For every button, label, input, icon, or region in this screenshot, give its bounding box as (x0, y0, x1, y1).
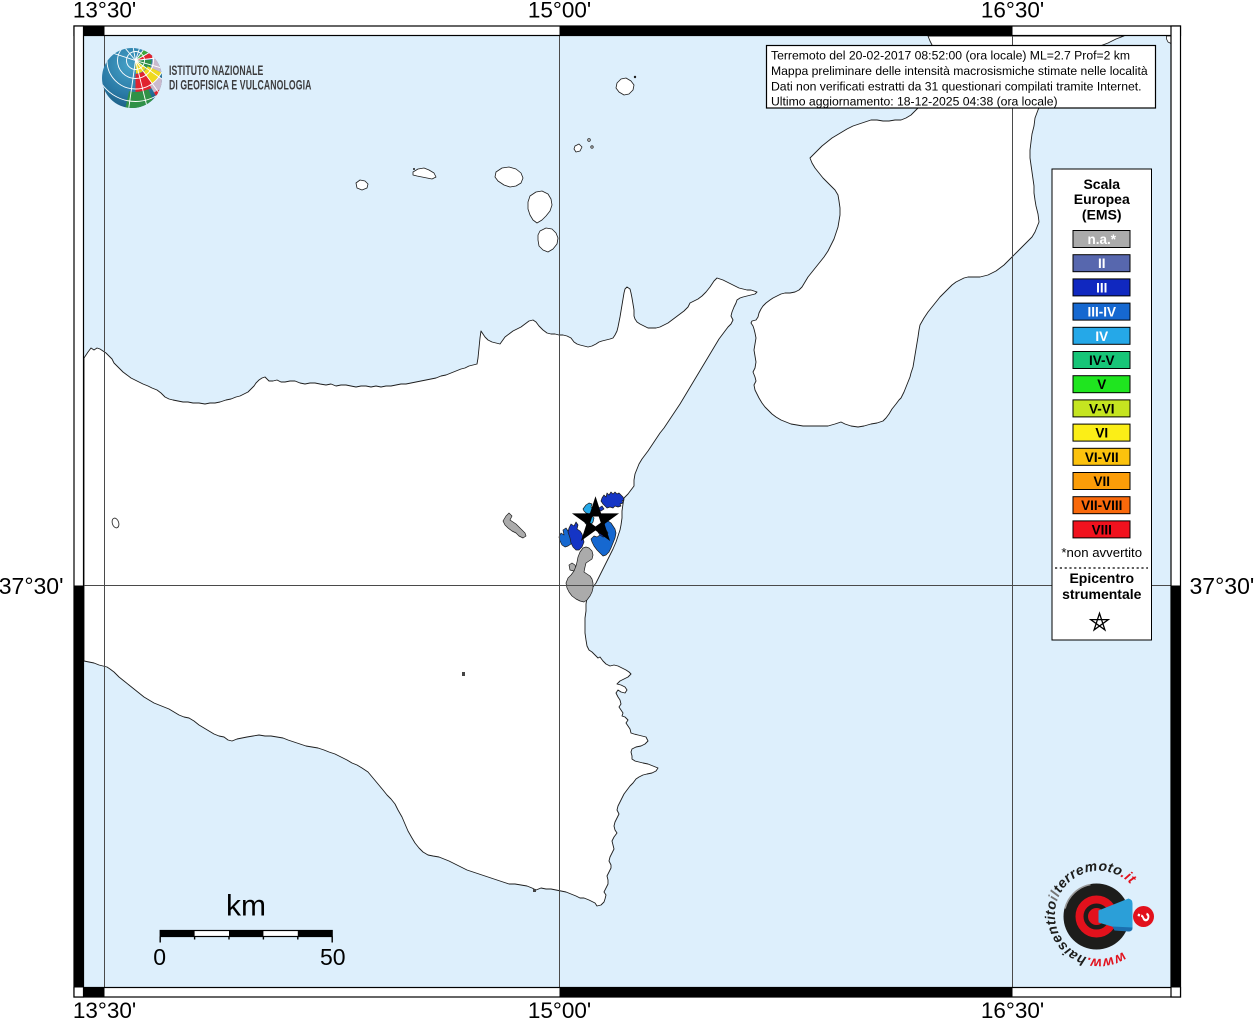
svg-text:37°30': 37°30' (1190, 573, 1254, 599)
svg-text:III-IV: III-IV (1087, 305, 1116, 320)
svg-text:15°00': 15°00' (528, 998, 591, 1023)
svg-text:Ultimo aggiornamento: 18-12-20: Ultimo aggiornamento: 18-12-2025 04:38 (… (771, 95, 1058, 109)
svg-text:50: 50 (320, 944, 346, 970)
svg-text:V: V (1097, 377, 1106, 392)
svg-text:VII-VIII: VII-VIII (1081, 498, 1122, 513)
svg-text:Mappa preliminare delle intens: Mappa preliminare delle intensità macros… (771, 64, 1148, 78)
svg-text:15°00': 15°00' (528, 0, 591, 23)
svg-text:16°30': 16°30' (981, 998, 1044, 1023)
svg-text:Europea: Europea (1074, 191, 1130, 207)
svg-text:13°30': 13°30' (73, 0, 136, 23)
svg-text:*non avvertito: *non avvertito (1061, 545, 1142, 560)
svg-text:II: II (1098, 256, 1106, 271)
svg-text:III: III (1096, 280, 1107, 295)
svg-text:(EMS): (EMS) (1082, 206, 1122, 222)
svg-text:Dati non verificati estratti d: Dati non verificati estratti da 31 quest… (771, 79, 1142, 93)
svg-text:DI GEOFISICA E VULCANOLOGIA: DI GEOFISICA E VULCANOLOGIA (169, 77, 312, 93)
svg-text:ISTITUTO NAZIONALE: ISTITUTO NAZIONALE (169, 63, 264, 79)
svg-text:Scala: Scala (1083, 176, 1120, 192)
svg-text:16°30': 16°30' (981, 0, 1044, 23)
svg-text:VI: VI (1095, 426, 1108, 441)
svg-text:13°30': 13°30' (73, 998, 136, 1023)
svg-text:37°30': 37°30' (0, 573, 64, 599)
svg-text:0: 0 (153, 944, 166, 970)
svg-text:n.a.*: n.a.* (1087, 232, 1116, 247)
svg-text:IV-V: IV-V (1089, 353, 1115, 368)
svg-text:Epicentro: Epicentro (1069, 570, 1134, 586)
svg-text:VI-VII: VI-VII (1085, 450, 1119, 465)
svg-text:V-VI: V-VI (1089, 401, 1115, 416)
svg-text:IV: IV (1095, 329, 1108, 344)
svg-text:km: km (226, 890, 266, 923)
svg-text:strumentale: strumentale (1062, 586, 1142, 602)
svg-text:VIII: VIII (1092, 522, 1112, 537)
svg-text:Terremoto del 20-02-2017 08:52: Terremoto del 20-02-2017 08:52:00 (ora l… (771, 49, 1130, 63)
svg-text:VII: VII (1093, 474, 1110, 489)
